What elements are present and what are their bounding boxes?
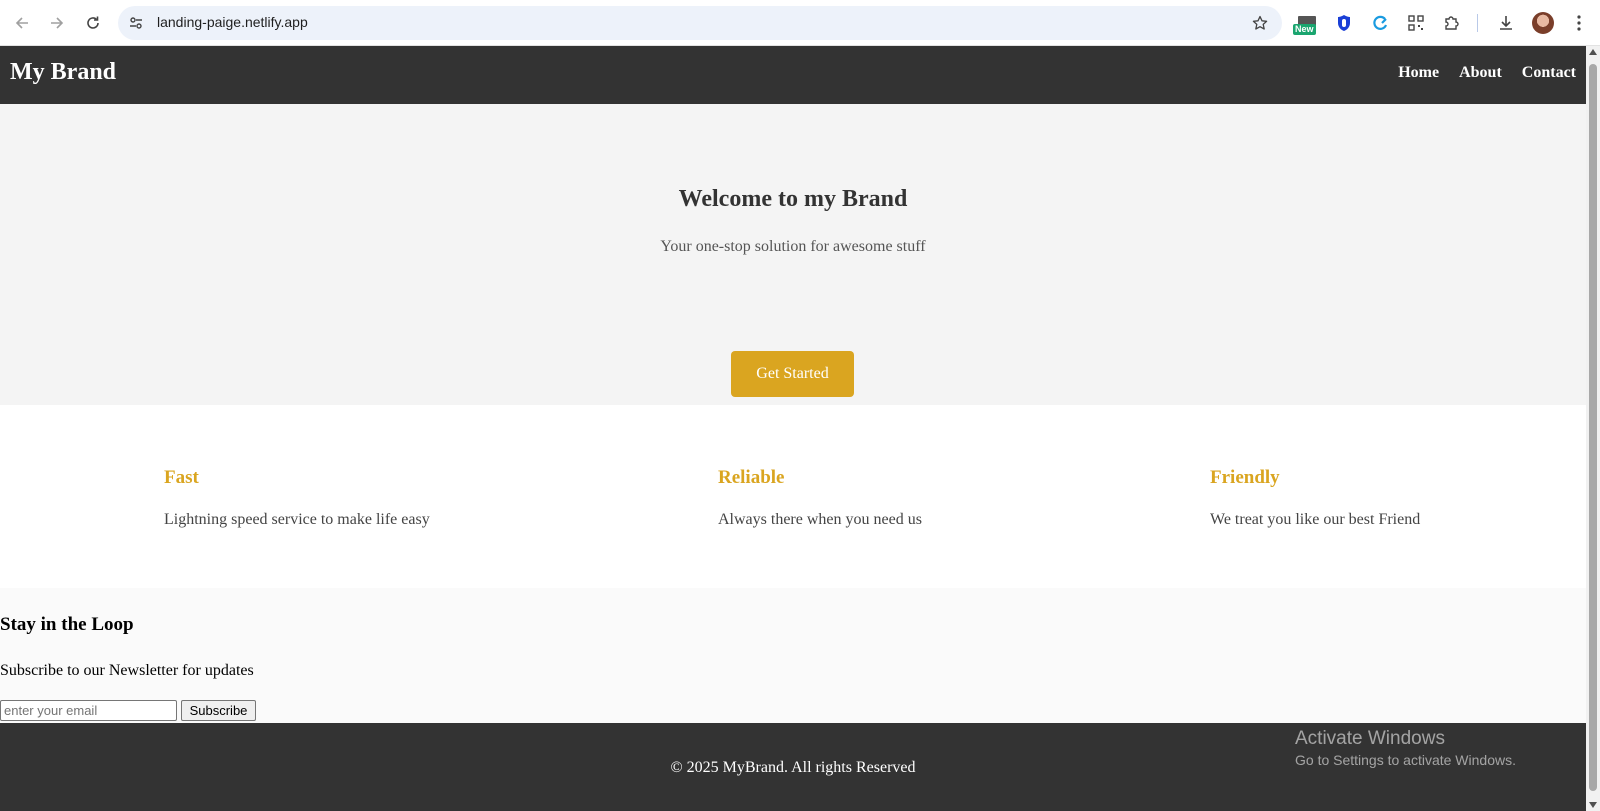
page-viewport: My Brand Home About Contact Welcome to m… [0, 46, 1586, 811]
activate-windows-watermark: Activate Windows Go to Settings to activ… [1295, 728, 1516, 768]
forward-button[interactable] [44, 10, 70, 36]
feature-card-reliable: Reliable Always there when you need us [718, 467, 922, 529]
feature-card-fast: Fast Lightning speed service to make lif… [164, 467, 430, 529]
feature-card-friendly: Friendly We treat you like our best Frie… [1210, 467, 1420, 529]
url-text[interactable]: landing-paige.netlify.app [157, 14, 308, 30]
brand-logo[interactable]: My Brand [10, 59, 116, 86]
extensions-puzzle-icon[interactable] [1441, 12, 1463, 34]
hero-title: Welcome to my Brand [678, 186, 908, 212]
extension-qr-icon[interactable] [1405, 12, 1427, 34]
profile-avatar[interactable] [1532, 12, 1554, 34]
hero-section: Welcome to my Brand Your one-stop soluti… [0, 104, 1586, 405]
download-icon[interactable] [1495, 12, 1517, 34]
subscribe-button[interactable]: Subscribe [181, 700, 256, 721]
features-section: Fast Lightning speed service to make lif… [0, 405, 1586, 588]
feature-title: Fast [164, 467, 199, 488]
scroll-down-icon[interactable] [1589, 802, 1597, 808]
back-button[interactable] [9, 10, 35, 36]
extension-badge: New [1293, 24, 1316, 35]
extension-refresh-icon[interactable] [1369, 12, 1391, 34]
toolbar-divider [1477, 14, 1478, 32]
browser-toolbar: landing-paige.netlify.app New [0, 0, 1600, 46]
watermark-subtitle: Go to Settings to activate Windows. [1295, 752, 1516, 768]
page-scrollbar[interactable] [1586, 46, 1600, 811]
arrow-left-icon [15, 17, 28, 29]
newsletter-text: Subscribe to our Newsletter for updates [0, 662, 254, 679]
hero-subtitle: Your one-stop solution for awesome stuff [660, 238, 926, 255]
reload-icon [87, 16, 99, 29]
feature-title: Friendly [1210, 467, 1280, 488]
arrow-right-icon [51, 17, 64, 29]
feature-text: Lightning speed service to make life eas… [164, 511, 430, 528]
nav-link-home[interactable]: Home [1398, 64, 1439, 82]
extension-shield-icon[interactable] [1333, 12, 1355, 34]
newsletter-section: Stay in the Loop Subscribe to our Newsle… [0, 588, 1586, 723]
email-input[interactable] [0, 700, 177, 721]
reload-button[interactable] [80, 10, 106, 36]
nav-link-contact[interactable]: Contact [1522, 64, 1576, 82]
feature-text: We treat you like our best Friend [1210, 511, 1421, 528]
site-info-icon[interactable] [126, 13, 146, 33]
browser-menu-icon[interactable] [1568, 12, 1590, 34]
extension-news-icon[interactable]: New [1293, 12, 1318, 35]
nav-link-about[interactable]: About [1459, 64, 1502, 82]
feature-text: Always there when you need us [718, 511, 922, 528]
bookmark-star-icon[interactable] [1250, 13, 1270, 33]
scroll-up-icon[interactable] [1589, 49, 1597, 55]
site-nav: Home About Contact [1398, 64, 1576, 82]
watermark-title: Activate Windows [1295, 728, 1445, 749]
address-bar[interactable]: landing-paige.netlify.app [118, 6, 1282, 40]
feature-title: Reliable [718, 467, 785, 488]
get-started-button[interactable]: Get Started [731, 351, 854, 397]
newsletter-title: Stay in the Loop [0, 614, 134, 635]
site-header: My Brand Home About Contact [0, 46, 1586, 104]
scrollbar-thumb[interactable] [1589, 64, 1597, 791]
